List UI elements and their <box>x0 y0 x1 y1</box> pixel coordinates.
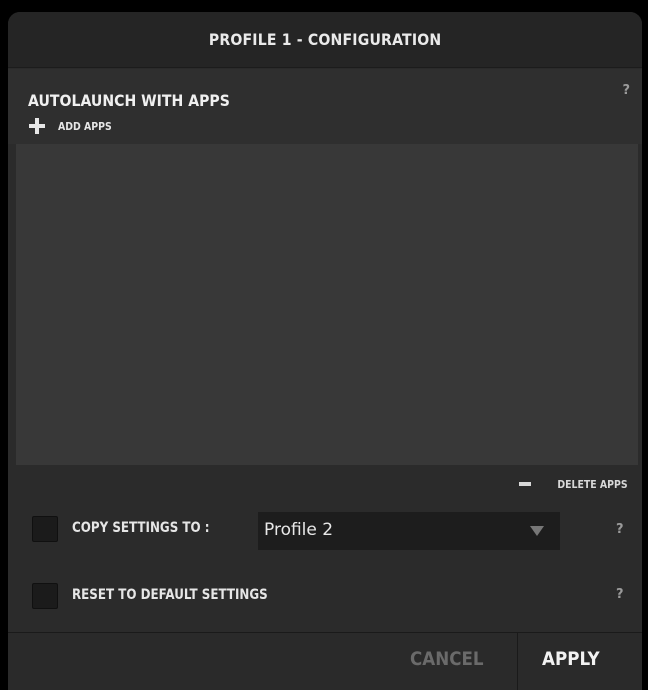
delete-apps-label: DELETE APPS <box>557 477 628 491</box>
chevron-down-icon <box>530 526 544 536</box>
autolaunch-title: AUTOLAUNCH WITH APPS <box>28 91 230 110</box>
add-apps-button[interactable]: ADD APPS <box>28 116 121 136</box>
dialog-title: PROFILE 1 - CONFIGURATION <box>208 30 442 49</box>
profile-configuration-dialog: PROFILE 1 - CONFIGURATION AUTOLAUNCH WIT… <box>8 12 642 690</box>
delete-apps-button[interactable]: DELETE APPS <box>519 474 628 494</box>
dialog-title-bar: PROFILE 1 - CONFIGURATION <box>8 12 642 68</box>
copy-settings-profile-select[interactable]: Profile 2 <box>258 512 560 550</box>
autolaunch-help-icon[interactable]: ? <box>622 83 630 98</box>
reset-settings-checkbox[interactable] <box>32 583 58 609</box>
add-apps-label: ADD APPS <box>58 119 112 133</box>
copy-settings-label: COPY SETTINGS TO : <box>72 520 210 536</box>
autolaunch-apps-list[interactable] <box>16 144 638 465</box>
reset-settings-help-icon[interactable]: ? <box>616 587 624 602</box>
plus-icon <box>28 117 46 135</box>
dialog-footer: CANCEL APPLY <box>8 632 642 690</box>
selected-profile: Profile 2 <box>264 520 334 540</box>
apply-button[interactable]: APPLY <box>542 648 600 670</box>
reset-settings-label: RESET TO DEFAULT SETTINGS <box>72 587 268 603</box>
cancel-button[interactable]: CANCEL <box>410 648 484 670</box>
minus-icon <box>519 482 532 486</box>
copy-settings-help-icon[interactable]: ? <box>616 522 624 537</box>
footer-divider <box>517 633 518 690</box>
copy-settings-checkbox[interactable] <box>32 516 58 542</box>
